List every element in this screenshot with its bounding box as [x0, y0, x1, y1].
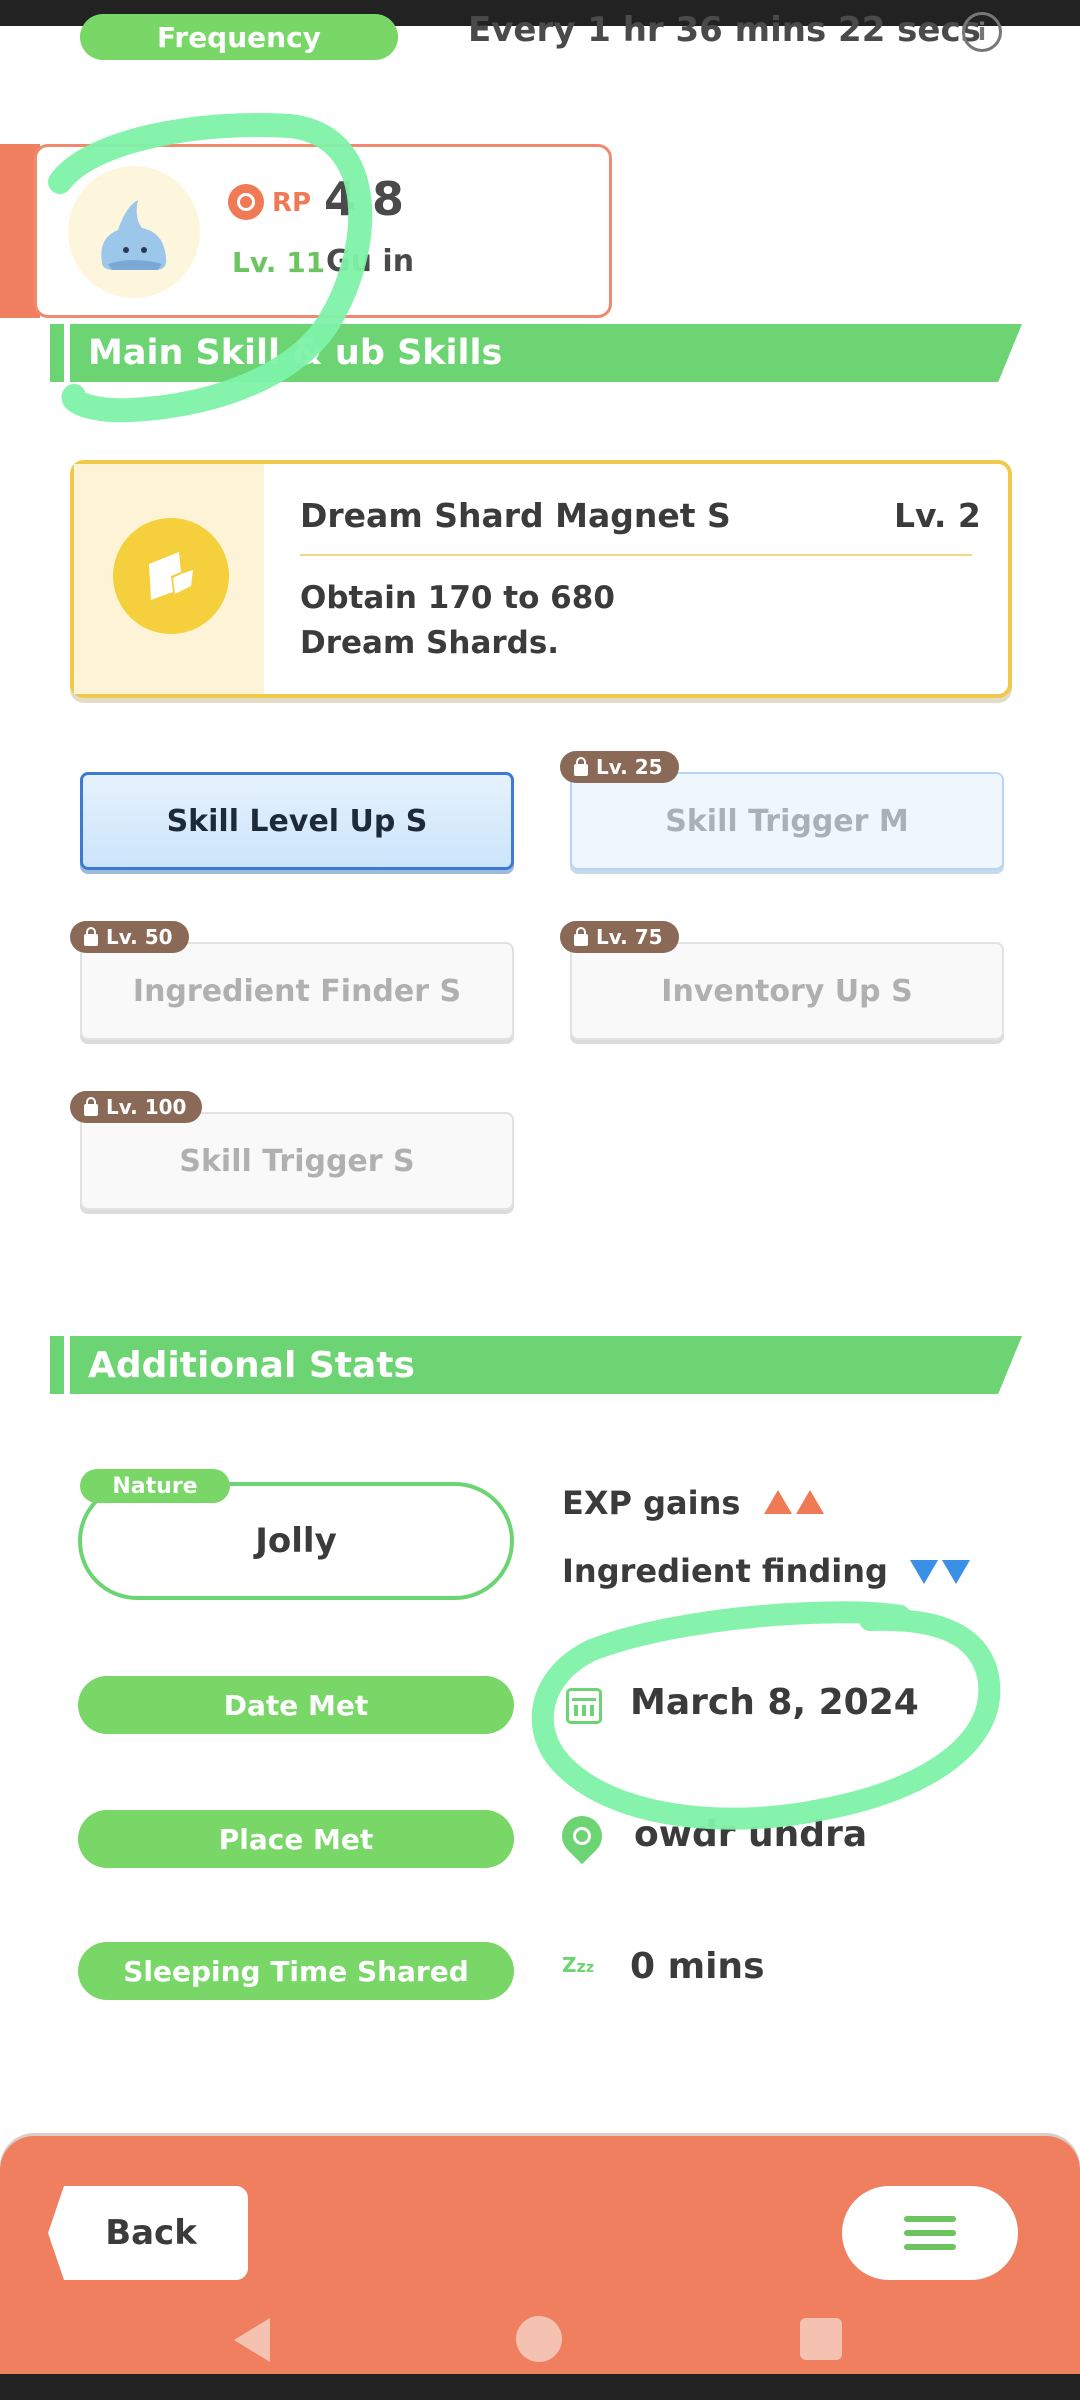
sub-skill-button[interactable]: Skill Level Up S	[80, 772, 514, 870]
section-accent	[50, 324, 64, 382]
frequency-label: Frequency	[80, 14, 398, 60]
lock-icon	[84, 926, 98, 946]
main-skill-name: Dream Shard Magnet S	[300, 496, 731, 535]
lock-icon	[574, 926, 588, 946]
unlock-level-badge: Lv. 25	[560, 751, 679, 783]
description-line: Dream Shards.	[300, 625, 560, 661]
nature-down-stat: Ingredient finding	[562, 1552, 888, 1590]
increase-arrow-icon	[764, 1490, 792, 1514]
divider	[300, 554, 972, 556]
additional-stats-title: Additional Stats	[70, 1336, 1022, 1394]
sub-skill-button[interactable]: Ingredient Finder S	[80, 942, 514, 1040]
lock-icon	[574, 756, 588, 776]
skills-section-title: Main Skill & ub Skills	[70, 324, 1022, 382]
pokemon-level: Lv. 11	[232, 246, 326, 279]
calendar-icon	[566, 1688, 602, 1724]
place-met-value: owdr undra	[634, 1814, 868, 1855]
rp-icon	[228, 184, 264, 220]
place-met-label: Place Met	[78, 1810, 514, 1868]
sub-skill-button[interactable]: Skill Trigger M	[570, 772, 1004, 870]
frequency-value: Every 1 hr 36 mins 22 secs	[468, 10, 981, 50]
decrease-arrow-icon	[910, 1560, 938, 1584]
unlock-level: Lv. 75	[596, 925, 663, 949]
unlock-level-badge: Lv. 100	[70, 1091, 203, 1123]
info-icon[interactable]: i	[962, 12, 1002, 52]
menu-icon-line	[904, 2244, 956, 2250]
nav-recents-icon[interactable]	[800, 2318, 842, 2360]
sleep-zzz-icon: Zzz	[562, 1953, 594, 1977]
unlock-level: Lv. 25	[596, 755, 663, 779]
dream-shard-icon	[113, 518, 229, 634]
pokemon-sprite-icon	[101, 200, 167, 270]
nature-up-stat: EXP gains	[562, 1484, 741, 1522]
rp-label: RP	[272, 188, 312, 218]
rp-value: 4 8	[324, 172, 405, 226]
decrease-arrow-icon	[942, 1560, 970, 1584]
pokemon-name: Gu in	[326, 244, 415, 279]
nav-back-icon[interactable]	[234, 2318, 270, 2362]
sleep-time-label: Sleeping Time Shared	[78, 1942, 514, 2000]
sub-skill-button[interactable]: Inventory Up S	[570, 942, 1004, 1040]
menu-button[interactable]	[842, 2186, 1018, 2280]
back-button[interactable]: Back	[48, 2186, 248, 2280]
menu-icon-line	[904, 2230, 956, 2236]
sub-skill-button[interactable]: Skill Trigger S	[80, 1112, 514, 1210]
description-line: Obtain 170 to 680	[300, 580, 615, 616]
unlock-level-badge: Lv. 75	[560, 921, 679, 953]
sleep-time-value: 0 mins	[630, 1946, 765, 1987]
main-skill-level: Lv. 2	[894, 496, 981, 535]
lock-icon	[84, 1096, 98, 1116]
nav-home-icon[interactable]	[516, 2316, 562, 2362]
main-skill-description: Obtain 170 to 680 Dream Shards.	[300, 576, 860, 666]
menu-icon-line	[904, 2216, 956, 2222]
unlock-level: Lv. 50	[106, 925, 173, 949]
increase-arrow-icon	[796, 1490, 824, 1514]
section-accent	[50, 1336, 64, 1394]
bottom-bezel	[0, 2374, 1080, 2400]
date-met-value: March 8, 2024	[630, 1682, 919, 1723]
pokemon-avatar	[68, 166, 200, 298]
nature-tag: Nature	[80, 1469, 230, 1503]
location-pin-icon	[553, 1807, 611, 1865]
unlock-level: Lv. 100	[106, 1095, 187, 1119]
date-met-label: Date Met	[78, 1676, 514, 1734]
unlock-level-badge: Lv. 50	[70, 921, 189, 953]
